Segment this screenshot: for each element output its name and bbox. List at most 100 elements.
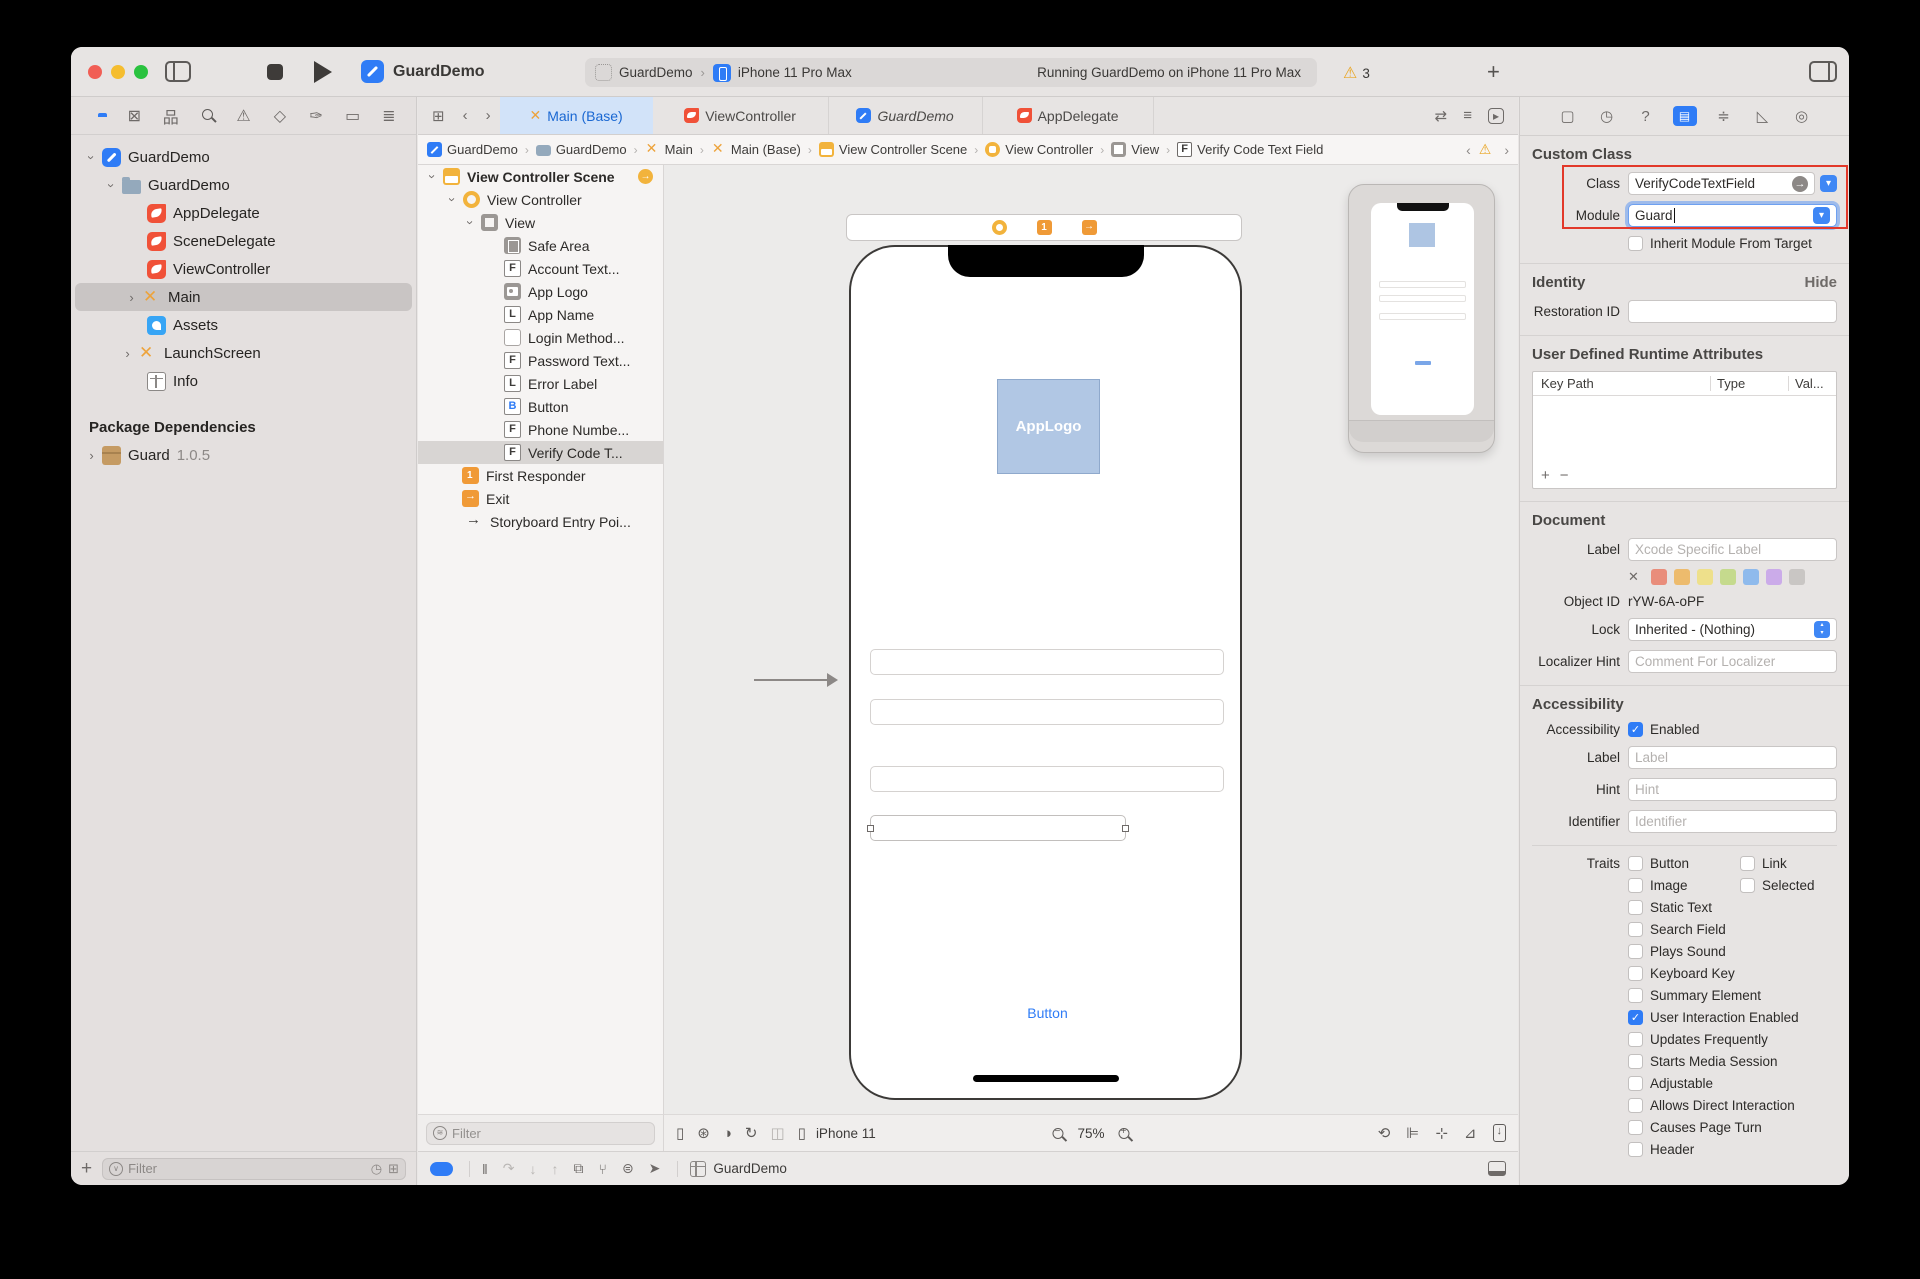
outline-row-app-name[interactable]: L App Name: [418, 303, 663, 326]
outline-row-login-method[interactable]: Login Method...: [418, 326, 663, 349]
resize-handle-right[interactable]: [1122, 825, 1129, 832]
scene-jump-indicator[interactable]: →: [638, 169, 653, 184]
stop-button[interactable]: [267, 64, 283, 80]
disclosure-icon[interactable]: ›: [85, 448, 98, 463]
tree-item-info-plist[interactable]: Info: [71, 367, 416, 395]
canvas-device-name[interactable]: iPhone 11: [816, 1126, 876, 1141]
trait-image-checkbox[interactable]: [1628, 878, 1643, 893]
recent-files-filter-icon[interactable]: ◷: [371, 1161, 382, 1177]
account-textfield[interactable]: [870, 649, 1224, 675]
zoom-window-button[interactable]: [134, 65, 148, 79]
back-button[interactable]: ‹: [454, 97, 477, 134]
next-issue-icon[interactable]: ›: [1504, 142, 1509, 158]
disclosure-icon[interactable]: ›: [125, 290, 138, 305]
verify-code-textfield[interactable]: [870, 815, 1126, 841]
identity-inspector-icon[interactable]: ▤: [1673, 106, 1697, 126]
source-control-navigator-icon[interactable]: ⊠: [123, 106, 145, 126]
a11y-identifier-field[interactable]: Identifier: [1628, 810, 1837, 833]
storyboard-canvas[interactable]: 1 → AppLogo Button: [664, 165, 1518, 1114]
view-hierarchy-icon[interactable]: ⧉: [574, 1160, 584, 1177]
tab-guarddemo[interactable]: GuardDemo: [829, 97, 983, 134]
disclosure-icon[interactable]: ›: [84, 151, 99, 164]
trait-allows-direct-interaction-checkbox[interactable]: [1628, 1098, 1643, 1113]
outline-filter-field[interactable]: ≋ Filter: [426, 1122, 655, 1145]
exit-icon[interactable]: →: [1082, 220, 1097, 235]
run-button[interactable]: [314, 61, 332, 83]
trait-summary-element-checkbox[interactable]: [1628, 988, 1643, 1003]
inherit-module-checkbox[interactable]: [1628, 236, 1643, 251]
add-constraints-icon[interactable]: ⊹: [1435, 1124, 1448, 1142]
module-dropdown-icon[interactable]: ▾: [1813, 207, 1830, 224]
password-textfield[interactable]: [870, 699, 1224, 725]
localizer-hint-field[interactable]: Comment For Localizer: [1628, 650, 1837, 673]
tree-item-viewcontroller[interactable]: ViewController: [71, 255, 416, 283]
phone-number-textfield[interactable]: [870, 766, 1224, 792]
outline-row-phone-textfield[interactable]: F Phone Numbe...: [418, 418, 663, 441]
embed-icon[interactable]: ↓: [1493, 1124, 1507, 1142]
yellow-swatch[interactable]: [1697, 569, 1713, 585]
jumpbar-project[interactable]: GuardDemo: [427, 142, 518, 157]
a11y-label-field[interactable]: Label: [1628, 746, 1837, 769]
trait-adjustable-checkbox[interactable]: [1628, 1076, 1643, 1091]
outline-row-verify-code-textfield[interactable]: F Verify Code T...: [418, 441, 663, 464]
module-field[interactable]: Guard ▾: [1628, 204, 1837, 227]
class-field[interactable]: VerifyCodeTextField →: [1628, 172, 1815, 195]
run-destination-name[interactable]: iPhone 11 Pro Max: [738, 65, 852, 80]
gray-swatch[interactable]: [1789, 569, 1805, 585]
tree-item-assets[interactable]: Assets: [71, 311, 416, 339]
align-icon[interactable]: ⊫: [1406, 1124, 1419, 1142]
memory-graph-icon[interactable]: ⑂: [599, 1161, 607, 1177]
outline-row-view-controller[interactable]: › View Controller: [418, 188, 663, 211]
a11y-hint-field[interactable]: Hint: [1628, 778, 1837, 801]
blue-swatch[interactable]: [1743, 569, 1759, 585]
tree-item-group[interactable]: › GuardDemo: [71, 171, 416, 199]
trait-selected-checkbox[interactable]: [1740, 878, 1755, 893]
lock-dropdown[interactable]: Inherited - (Nothing) ▴▾: [1628, 618, 1837, 641]
connections-inspector-icon[interactable]: ◎: [1790, 107, 1814, 125]
outline-row-scene[interactable]: › View Controller Scene →: [418, 165, 663, 188]
trait-keyboard-key-checkbox[interactable]: [1628, 966, 1643, 981]
editor-options-icon[interactable]: ≡: [1463, 107, 1472, 124]
device-preview-thumbnail[interactable]: [1348, 184, 1495, 453]
history-inspector-icon[interactable]: ◷: [1595, 107, 1619, 125]
forward-button[interactable]: ›: [477, 97, 500, 134]
tree-item-main-storyboard[interactable]: › Main: [75, 283, 412, 311]
class-dropdown-icon[interactable]: ▾: [1820, 175, 1837, 192]
jumpbar-storyboard-base[interactable]: Main (Base): [711, 142, 801, 157]
outline-row-account-textfield[interactable]: F Account Text...: [418, 257, 663, 280]
accessibility-preview-icon[interactable]: ⊛: [697, 1124, 710, 1142]
jumpbar-textfield[interactable]: FVerify Code Text Field: [1177, 142, 1323, 157]
hide-button[interactable]: Hide: [1804, 274, 1837, 291]
trait-updates-frequently-checkbox[interactable]: [1628, 1032, 1643, 1047]
runtime-attributes-table[interactable]: Key Path Type Val... +−: [1532, 371, 1837, 489]
find-navigator-icon[interactable]: [196, 107, 218, 125]
pause-execution-icon[interactable]: ‖: [482, 1161, 488, 1177]
disclosure-icon[interactable]: ›: [121, 346, 134, 361]
issue-navigator-icon[interactable]: ⚠: [233, 106, 255, 126]
tree-item-project[interactable]: › GuardDemo: [71, 143, 416, 171]
symbol-navigator-icon[interactable]: 品: [160, 104, 182, 128]
add-file-button[interactable]: +: [81, 1158, 92, 1180]
outline-row-safe-area[interactable]: Safe Area: [418, 234, 663, 257]
code-review-icon[interactable]: ⇄: [1435, 107, 1448, 125]
debug-navigator-icon[interactable]: ✑: [305, 106, 327, 126]
tree-item-package-guard[interactable]: › Guard 1.0.5: [71, 441, 416, 469]
resolve-auto-layout-icon[interactable]: ⊿: [1464, 1124, 1477, 1142]
trait-starts-media-session-checkbox[interactable]: [1628, 1054, 1643, 1069]
warning-icon[interactable]: ⚠: [1479, 141, 1492, 158]
navigator-filter-field[interactable]: ∨ Filter ◷ ⊞: [102, 1158, 406, 1180]
simulate-location-icon[interactable]: ➤: [649, 1160, 661, 1177]
accessibility-enabled-checkbox[interactable]: ✓: [1628, 722, 1643, 737]
restoration-id-field[interactable]: [1628, 300, 1837, 323]
orientation-icon[interactable]: ↻: [745, 1124, 758, 1142]
outline-row-view[interactable]: › View: [418, 211, 663, 234]
outline-row-app-logo[interactable]: App Logo: [418, 280, 663, 303]
app-logo-imageview[interactable]: AppLogo: [997, 379, 1100, 474]
jumpbar-group[interactable]: GuardDemo: [536, 142, 627, 157]
orange-swatch[interactable]: [1674, 569, 1690, 585]
tab-main-base[interactable]: ✕ Main (Base): [500, 97, 653, 134]
zoom-out-icon[interactable]: −: [1052, 1128, 1063, 1139]
jump-to-class-icon[interactable]: →: [1792, 176, 1808, 192]
first-responder-icon[interactable]: 1: [1037, 220, 1052, 235]
tab-appdelegate[interactable]: AppDelegate: [983, 97, 1154, 134]
